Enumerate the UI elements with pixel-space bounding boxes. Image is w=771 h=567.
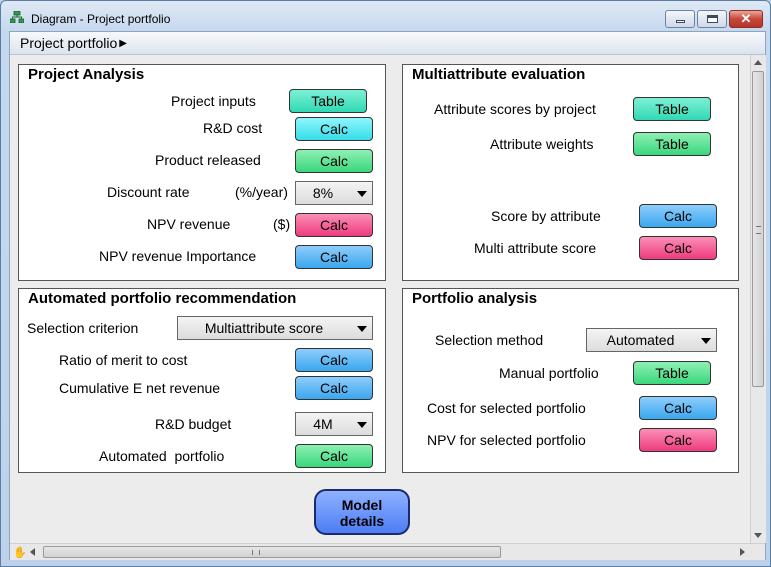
scroll-right-icon[interactable] [740, 548, 745, 556]
diagram-canvas: Project Analysis Project inputs Table R&… [10, 55, 750, 543]
npv-selected-calc-button[interactable]: Calc [639, 428, 717, 452]
product-released-label: Product released [155, 152, 261, 168]
horizontal-scroll-thumb[interactable] [43, 546, 501, 558]
score-by-attribute-label: Score by attribute [491, 208, 601, 224]
selection-method-dropdown[interactable]: Automated [586, 328, 717, 352]
portfolio-analysis-title: Portfolio analysis [412, 290, 538, 307]
attribute-weights-table-button[interactable]: Table [633, 132, 711, 156]
model-details-line1: Model [341, 497, 383, 513]
ratio-merit-cost-label: Ratio of merit to cost [59, 352, 188, 368]
hand-icon[interactable]: ✋ [13, 546, 27, 559]
attribute-scores-table-button[interactable]: Table [633, 97, 711, 121]
minimize-button[interactable] [665, 10, 695, 28]
multi-attribute-score-calc-button[interactable]: Calc [639, 236, 717, 260]
vertical-scrollbar[interactable] [750, 55, 766, 543]
rd-cost-calc-button[interactable]: Calc [295, 117, 373, 141]
model-details-button[interactable]: Model details [314, 489, 410, 535]
scroll-left-icon[interactable] [30, 548, 35, 556]
selection-method-value: Automated [606, 332, 675, 348]
automated-portfolio-panel: Automated portfolio recommendation Selec… [18, 288, 386, 473]
automated-portfolio-label: Automated portfolio [99, 448, 225, 464]
rd-budget-value: 4M [313, 416, 333, 432]
project-analysis-title: Project Analysis [28, 66, 145, 83]
selection-criterion-label: Selection criterion [27, 320, 139, 336]
product-released-calc-button[interactable]: Calc [295, 149, 373, 173]
scroll-down-icon[interactable] [754, 533, 762, 538]
maximize-icon [707, 15, 718, 23]
npv-revenue-unit: ($) [273, 216, 291, 232]
ratio-merit-cost-calc-button[interactable]: Calc [295, 348, 373, 372]
chevron-down-icon [357, 422, 367, 428]
npv-importance-calc-button[interactable]: Calc [295, 245, 373, 269]
manual-portfolio-label: Manual portfolio [499, 365, 599, 381]
model-details-line2: details [339, 513, 385, 529]
diagram-client: Project portfolio ▶ Project Analysis Proj… [9, 31, 766, 560]
manual-portfolio-table-button[interactable]: Table [633, 361, 711, 385]
discount-rate-dropdown[interactable]: 8% [295, 181, 373, 205]
npv-revenue-calc-button[interactable]: Calc [295, 213, 373, 237]
multiattribute-title: Multiattribute evaluation [412, 66, 586, 83]
cumulative-revenue-calc-button[interactable]: Calc [295, 376, 373, 400]
title-bar[interactable]: Diagram - Project portfolio ✕ [1, 1, 770, 31]
multiattribute-panel: Multiattribute evaluation Attribute scor… [402, 64, 739, 281]
automated-portfolio-calc-button[interactable]: Calc [295, 444, 373, 468]
chevron-down-icon [357, 326, 367, 332]
attribute-weights-label: Attribute weights [490, 136, 594, 152]
breadcrumb-bar: Project portfolio ▶ [10, 32, 765, 55]
window-title: Diagram - Project portfolio [31, 12, 171, 26]
cost-selected-calc-button[interactable]: Calc [639, 396, 717, 420]
npv-selected-label: NPV for selected portfolio [427, 432, 586, 448]
rd-budget-label: R&D budget [155, 416, 232, 432]
close-button[interactable]: ✕ [729, 10, 763, 28]
scroll-up-icon[interactable] [754, 60, 762, 65]
grip-icon [252, 550, 260, 555]
selection-criterion-value: Multiattribute score [204, 320, 324, 336]
maximize-button[interactable] [697, 10, 727, 28]
grip-icon [756, 226, 761, 234]
minimize-icon [676, 20, 685, 23]
breadcrumb-arrow-icon: ▶ [119, 38, 127, 49]
cost-selected-label: Cost for selected portfolio [427, 400, 586, 416]
breadcrumb-label: Project portfolio [20, 35, 118, 51]
selection-criterion-dropdown[interactable]: Multiattribute score [177, 316, 373, 340]
npv-revenue-label: NPV revenue [147, 216, 231, 232]
npv-importance-label: NPV revenue Importance [99, 248, 257, 264]
discount-rate-value: 8% [312, 185, 334, 201]
rd-budget-dropdown[interactable]: 4M [295, 412, 373, 436]
project-analysis-panel: Project Analysis Project inputs Table R&… [18, 64, 386, 281]
project-inputs-label: Project inputs [171, 93, 256, 109]
breadcrumb[interactable]: Project portfolio ▶ [20, 35, 127, 51]
automated-portfolio-title: Automated portfolio recommendation [28, 290, 297, 307]
horizontal-scrollbar[interactable]: ✋ [10, 543, 765, 560]
attribute-scores-label: Attribute scores by project [434, 101, 596, 117]
diagram-app-icon [10, 11, 24, 23]
discount-rate-label: Discount rate [107, 184, 190, 200]
selection-method-label: Selection method [435, 332, 544, 348]
multi-attribute-score-label: Multi attribute score [474, 240, 597, 256]
chevron-down-icon [357, 191, 367, 197]
cumulative-revenue-label: Cumulative E net revenue [59, 380, 221, 396]
vertical-scroll-thumb[interactable] [752, 71, 764, 387]
chevron-down-icon [701, 338, 711, 344]
rd-cost-label: R&D cost [203, 120, 263, 136]
project-inputs-table-button[interactable]: Table [289, 89, 367, 113]
discount-rate-unit: (%/year) [235, 184, 288, 200]
score-by-attribute-calc-button[interactable]: Calc [639, 204, 717, 228]
portfolio-analysis-panel: Portfolio analysis Selection method Auto… [402, 288, 739, 473]
app-window: Diagram - Project portfolio ✕ Project po… [0, 0, 771, 567]
close-icon: ✕ [740, 11, 752, 26]
